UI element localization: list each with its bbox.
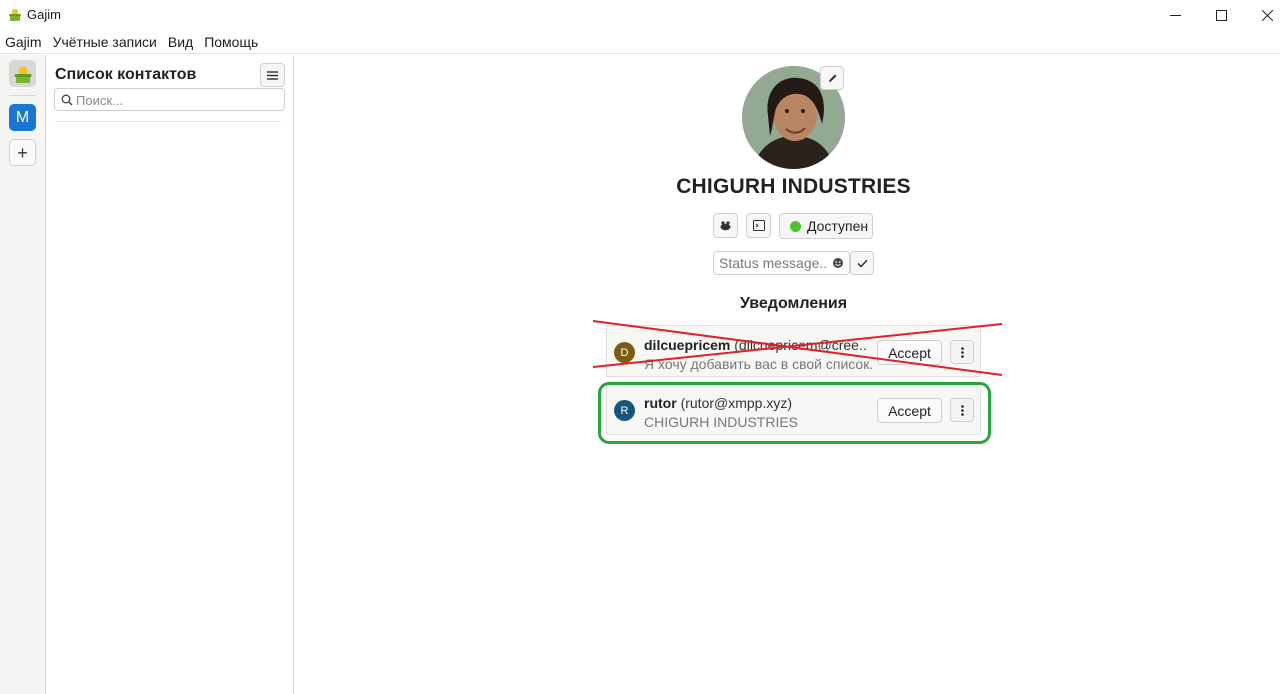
rail-divider bbox=[9, 95, 36, 96]
notifications-title: Уведомления bbox=[739, 295, 848, 312]
gajim-logo-icon bbox=[14, 66, 31, 83]
minimize-button[interactable] bbox=[1152, 0, 1198, 31]
title-bar: Gajim bbox=[0, 0, 1280, 31]
contacts-search[interactable] bbox=[54, 88, 285, 111]
window-title: Gajim bbox=[27, 7, 61, 22]
bird-icon bbox=[720, 221, 731, 231]
contacts-panel: Список контактов bbox=[47, 55, 294, 694]
checkmark-icon bbox=[857, 259, 868, 268]
xml-console-button[interactable] bbox=[746, 213, 771, 238]
emoji-icon[interactable] bbox=[832, 257, 844, 269]
menu-accounts[interactable]: Учётные записи bbox=[53, 34, 157, 50]
maximize-button[interactable] bbox=[1198, 0, 1244, 31]
status-label: Доступен bbox=[807, 218, 869, 234]
menu-help[interactable]: Помощь bbox=[204, 34, 258, 50]
red-cross-annotation bbox=[592, 320, 1003, 376]
menu-bar: Gajim Учётные записи Вид Помощь bbox=[0, 31, 1280, 54]
account-rail: M + bbox=[0, 55, 46, 694]
close-button[interactable] bbox=[1244, 0, 1280, 31]
status-selector-button[interactable]: Доступен bbox=[779, 213, 873, 239]
terminal-icon bbox=[752, 220, 765, 231]
contacts-divider bbox=[55, 121, 281, 122]
maximize-icon bbox=[1215, 10, 1227, 21]
status-message-field[interactable] bbox=[713, 251, 850, 275]
search-icon bbox=[61, 94, 73, 106]
minimize-icon bbox=[1169, 15, 1181, 16]
contacts-menu-button[interactable] bbox=[260, 63, 285, 87]
green-highlight-annotation bbox=[598, 382, 991, 444]
menu-gajim[interactable]: Gajim bbox=[5, 34, 42, 50]
main-view-button[interactable] bbox=[9, 60, 36, 87]
account-button[interactable]: M bbox=[9, 104, 36, 131]
profile-button[interactable] bbox=[713, 213, 738, 238]
contacts-title: Список контактов bbox=[55, 66, 197, 83]
account-page: CHIGURH INDUSTRIES Доступен Уведомления … bbox=[295, 55, 1280, 694]
pencil-icon bbox=[828, 74, 836, 82]
search-input[interactable] bbox=[76, 92, 276, 108]
gajim-logo-icon bbox=[9, 8, 21, 21]
apply-status-button[interactable] bbox=[850, 251, 874, 275]
hamburger-icon bbox=[267, 70, 278, 80]
add-account-button[interactable]: + bbox=[9, 139, 36, 166]
edit-avatar-button[interactable] bbox=[820, 66, 844, 90]
close-icon bbox=[1261, 10, 1273, 21]
status-message-input[interactable] bbox=[719, 255, 827, 271]
online-status-icon bbox=[790, 220, 801, 232]
account-name: CHIGURH INDUSTRIES bbox=[676, 175, 911, 198]
menu-view[interactable]: Вид bbox=[168, 34, 193, 50]
